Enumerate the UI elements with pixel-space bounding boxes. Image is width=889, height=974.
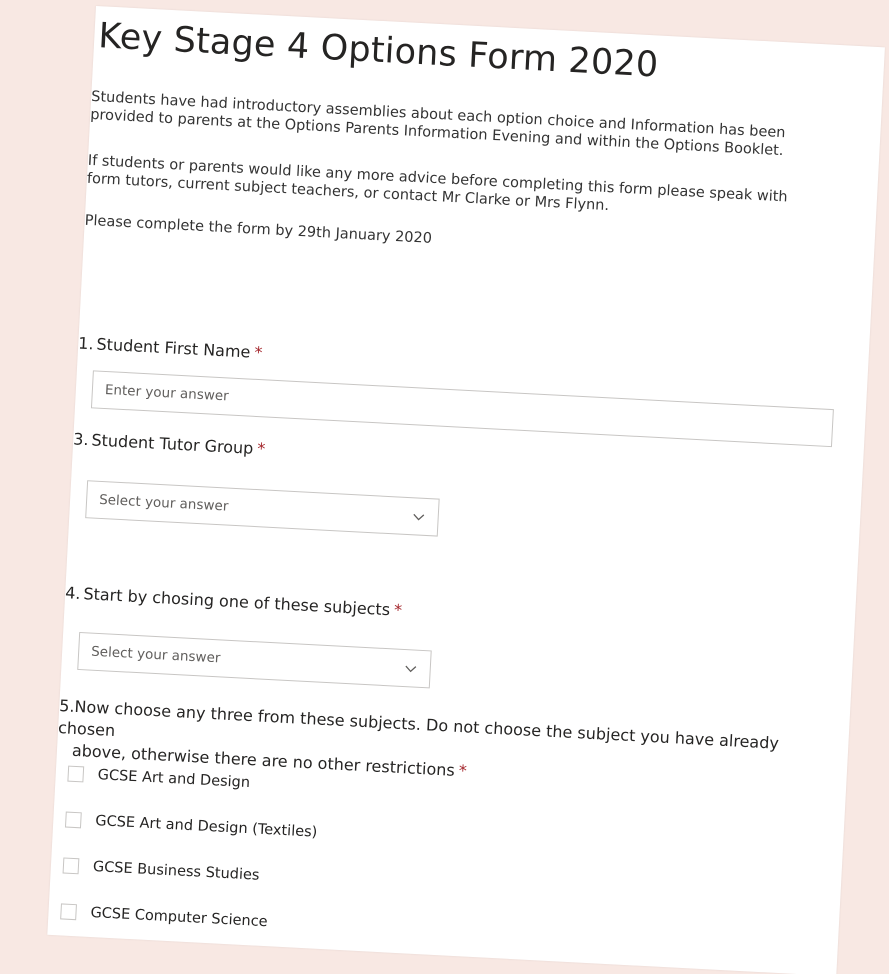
form-body: Key Stage 4 Options Form 2020 Students h…: [58, 6, 885, 930]
subject-option[interactable]: GCSE Computer Science: [60, 903, 268, 930]
checkbox[interactable]: [64, 811, 82, 829]
question-4-label: 4. Start by chosing one of these subjects…: [65, 583, 403, 620]
checkbox[interactable]: [60, 903, 77, 921]
question-1-text: Student First Name: [96, 334, 251, 362]
required-asterisk: *: [393, 600, 403, 620]
question-3-label: 3. Student Tutor Group *: [73, 429, 266, 458]
required-asterisk: *: [458, 761, 468, 781]
tutor-group-selected: Select your answer: [98, 491, 229, 515]
page-background: Key Stage 4 Options Form 2020 Students h…: [0, 0, 889, 974]
question-4-text: Start by chosing one of these subjects: [82, 584, 391, 620]
subject-option-label: GCSE Art and Design: [97, 767, 251, 792]
question-1-number: 1.: [77, 333, 95, 354]
form-description-1: Students have had introductory assemblie…: [89, 88, 786, 160]
question-3-number: 3.: [72, 429, 90, 450]
subject-option-label: GCSE Art and Design (Textiles): [94, 813, 318, 841]
required-asterisk: *: [256, 439, 266, 459]
subject-option-label: GCSE Business Studies: [92, 859, 260, 884]
subject-option[interactable]: GCSE Business Studies: [62, 857, 260, 884]
form-card: Key Stage 4 Options Form 2020 Students h…: [47, 6, 885, 974]
question-4-number: 4.: [64, 583, 81, 603]
question-5-number: 5.: [58, 696, 76, 716]
checkbox[interactable]: [62, 857, 80, 875]
form-description-2: If students or parents would like any mo…: [86, 152, 788, 215]
question-3-text: Student Tutor Group: [91, 430, 254, 458]
subject-option[interactable]: GCSE Art and Design (Textiles): [64, 811, 318, 841]
checkbox[interactable]: [67, 765, 85, 783]
subject-option-label: GCSE Computer Science: [90, 904, 268, 931]
first-subject-selected: Select your answer: [90, 643, 221, 667]
chevron-down-icon: [405, 665, 417, 673]
question-1-label: 1. Student First Name *: [78, 334, 263, 363]
chevron-down-icon: [413, 513, 425, 521]
form-title: Key Stage 4 Options Form 2020: [97, 16, 660, 86]
first-subject-dropdown[interactable]: Select your answer: [77, 631, 432, 689]
tutor-group-dropdown[interactable]: Select your answer: [85, 480, 440, 537]
required-asterisk: *: [253, 342, 263, 363]
